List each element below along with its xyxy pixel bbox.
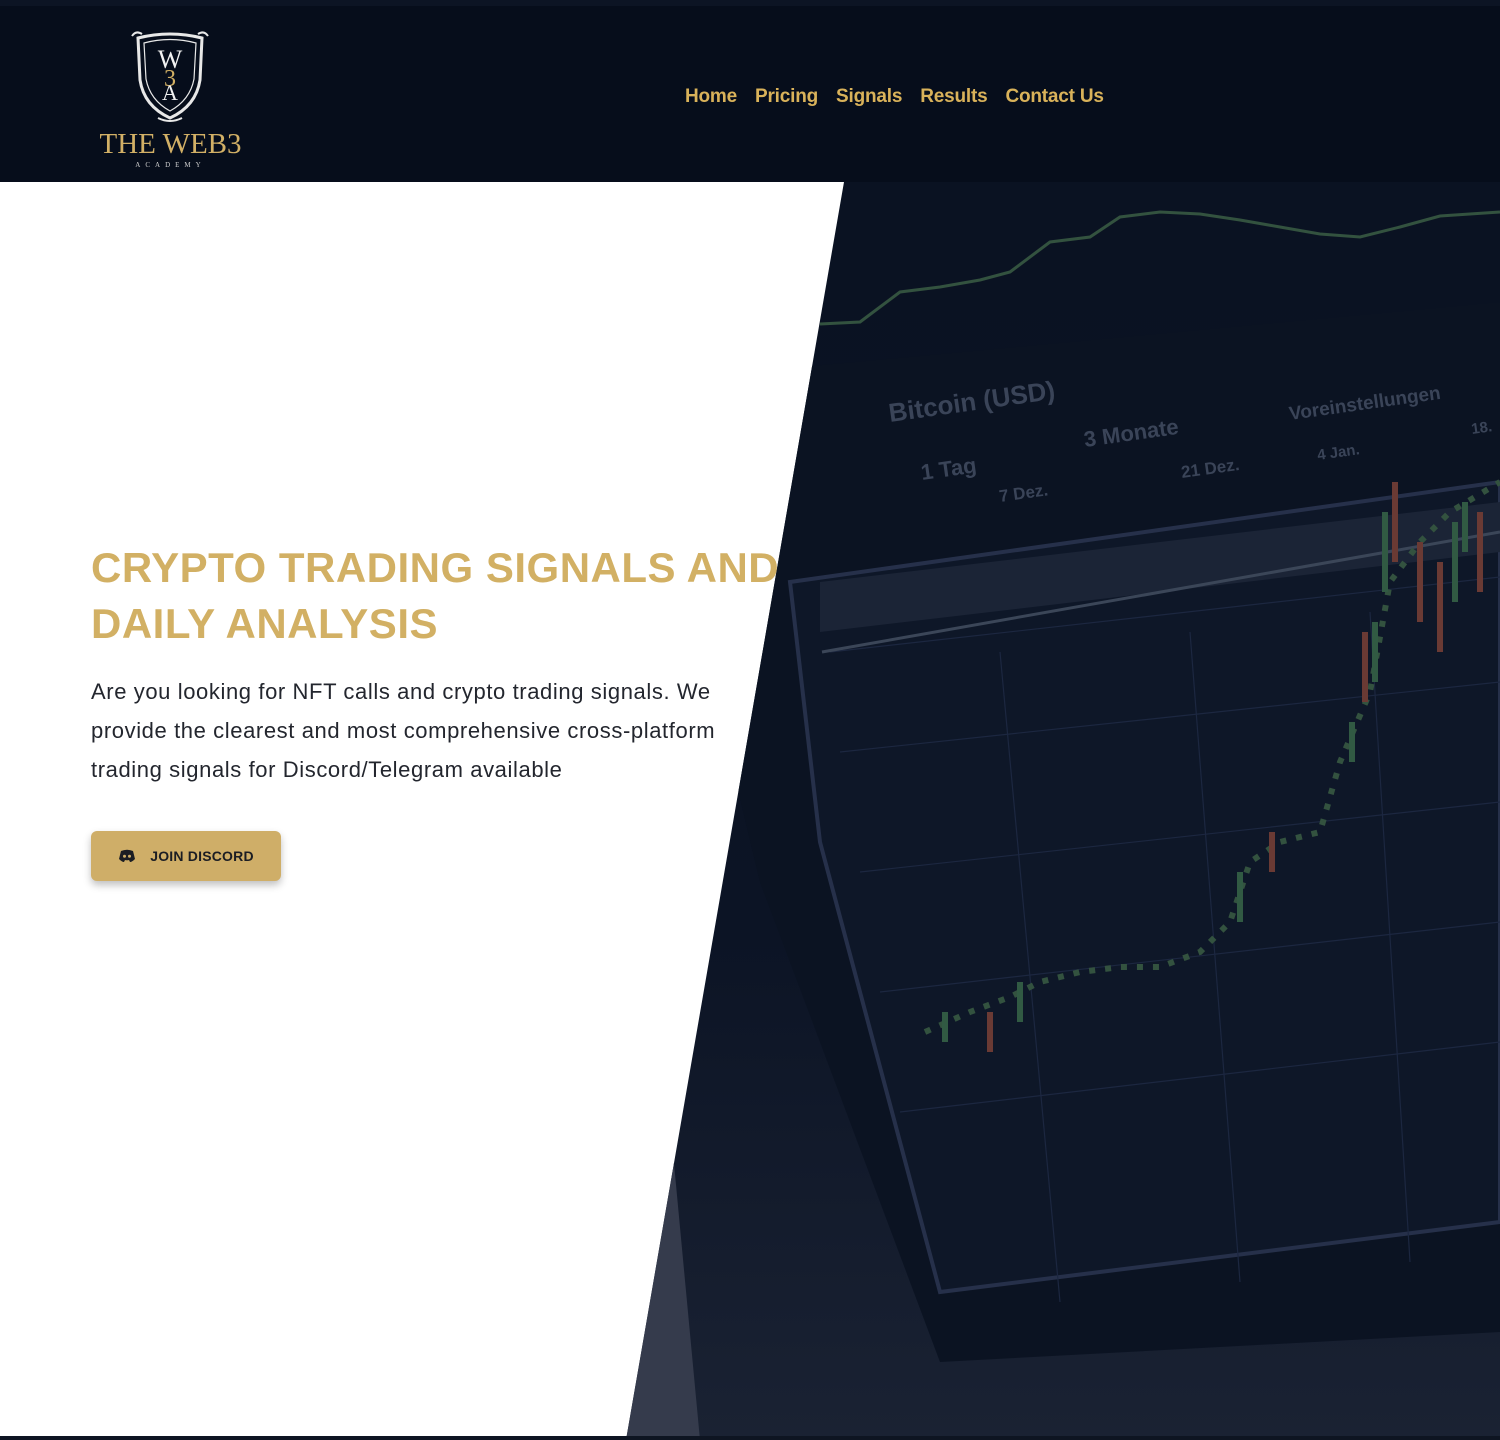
site-header: W 3 A THE WEB3 ACADEMY Home Pricing Sign…	[0, 0, 1500, 182]
main-nav: Home Pricing Signals Results Contact Us	[676, 82, 1113, 112]
hero-content: CRYPTO TRADING SIGNALS AND DAILY ANALYSI…	[91, 540, 811, 789]
hero-title: CRYPTO TRADING SIGNALS AND DAILY ANALYSI…	[91, 540, 811, 652]
brand-name: THE WEB3	[99, 128, 242, 160]
svg-text:A: A	[162, 80, 178, 105]
brand-logo[interactable]: W 3 A THE WEB3 ACADEMY	[88, 28, 253, 178]
join-discord-label: JOIN DISCORD	[150, 848, 254, 864]
hero-title-line1: CRYPTO TRADING SIGNALS AND	[91, 544, 780, 591]
join-discord-button[interactable]: JOIN DISCORD	[91, 831, 281, 881]
nav-pricing[interactable]: Pricing	[746, 82, 827, 112]
hero-title-line2: DAILY ANALYSIS	[91, 600, 438, 647]
hero-description: Are you looking for NFT calls and crypto…	[91, 679, 716, 782]
crest-icon: W 3 A	[131, 31, 209, 122]
hero-background-image: Bitcoin (USD) 3 Monate 1 Tag Voreinstell…	[626, 182, 1500, 1440]
discord-icon	[119, 849, 136, 862]
nav-contact-us[interactable]: Contact Us	[996, 82, 1112, 112]
nav-home[interactable]: Home	[676, 82, 746, 112]
page-bottom-border	[0, 1436, 1500, 1440]
nav-results[interactable]: Results	[911, 82, 996, 112]
brand-subtitle: ACADEMY	[135, 161, 206, 169]
chart-date-label: 18.	[1470, 418, 1493, 438]
nav-signals[interactable]: Signals	[827, 82, 911, 112]
